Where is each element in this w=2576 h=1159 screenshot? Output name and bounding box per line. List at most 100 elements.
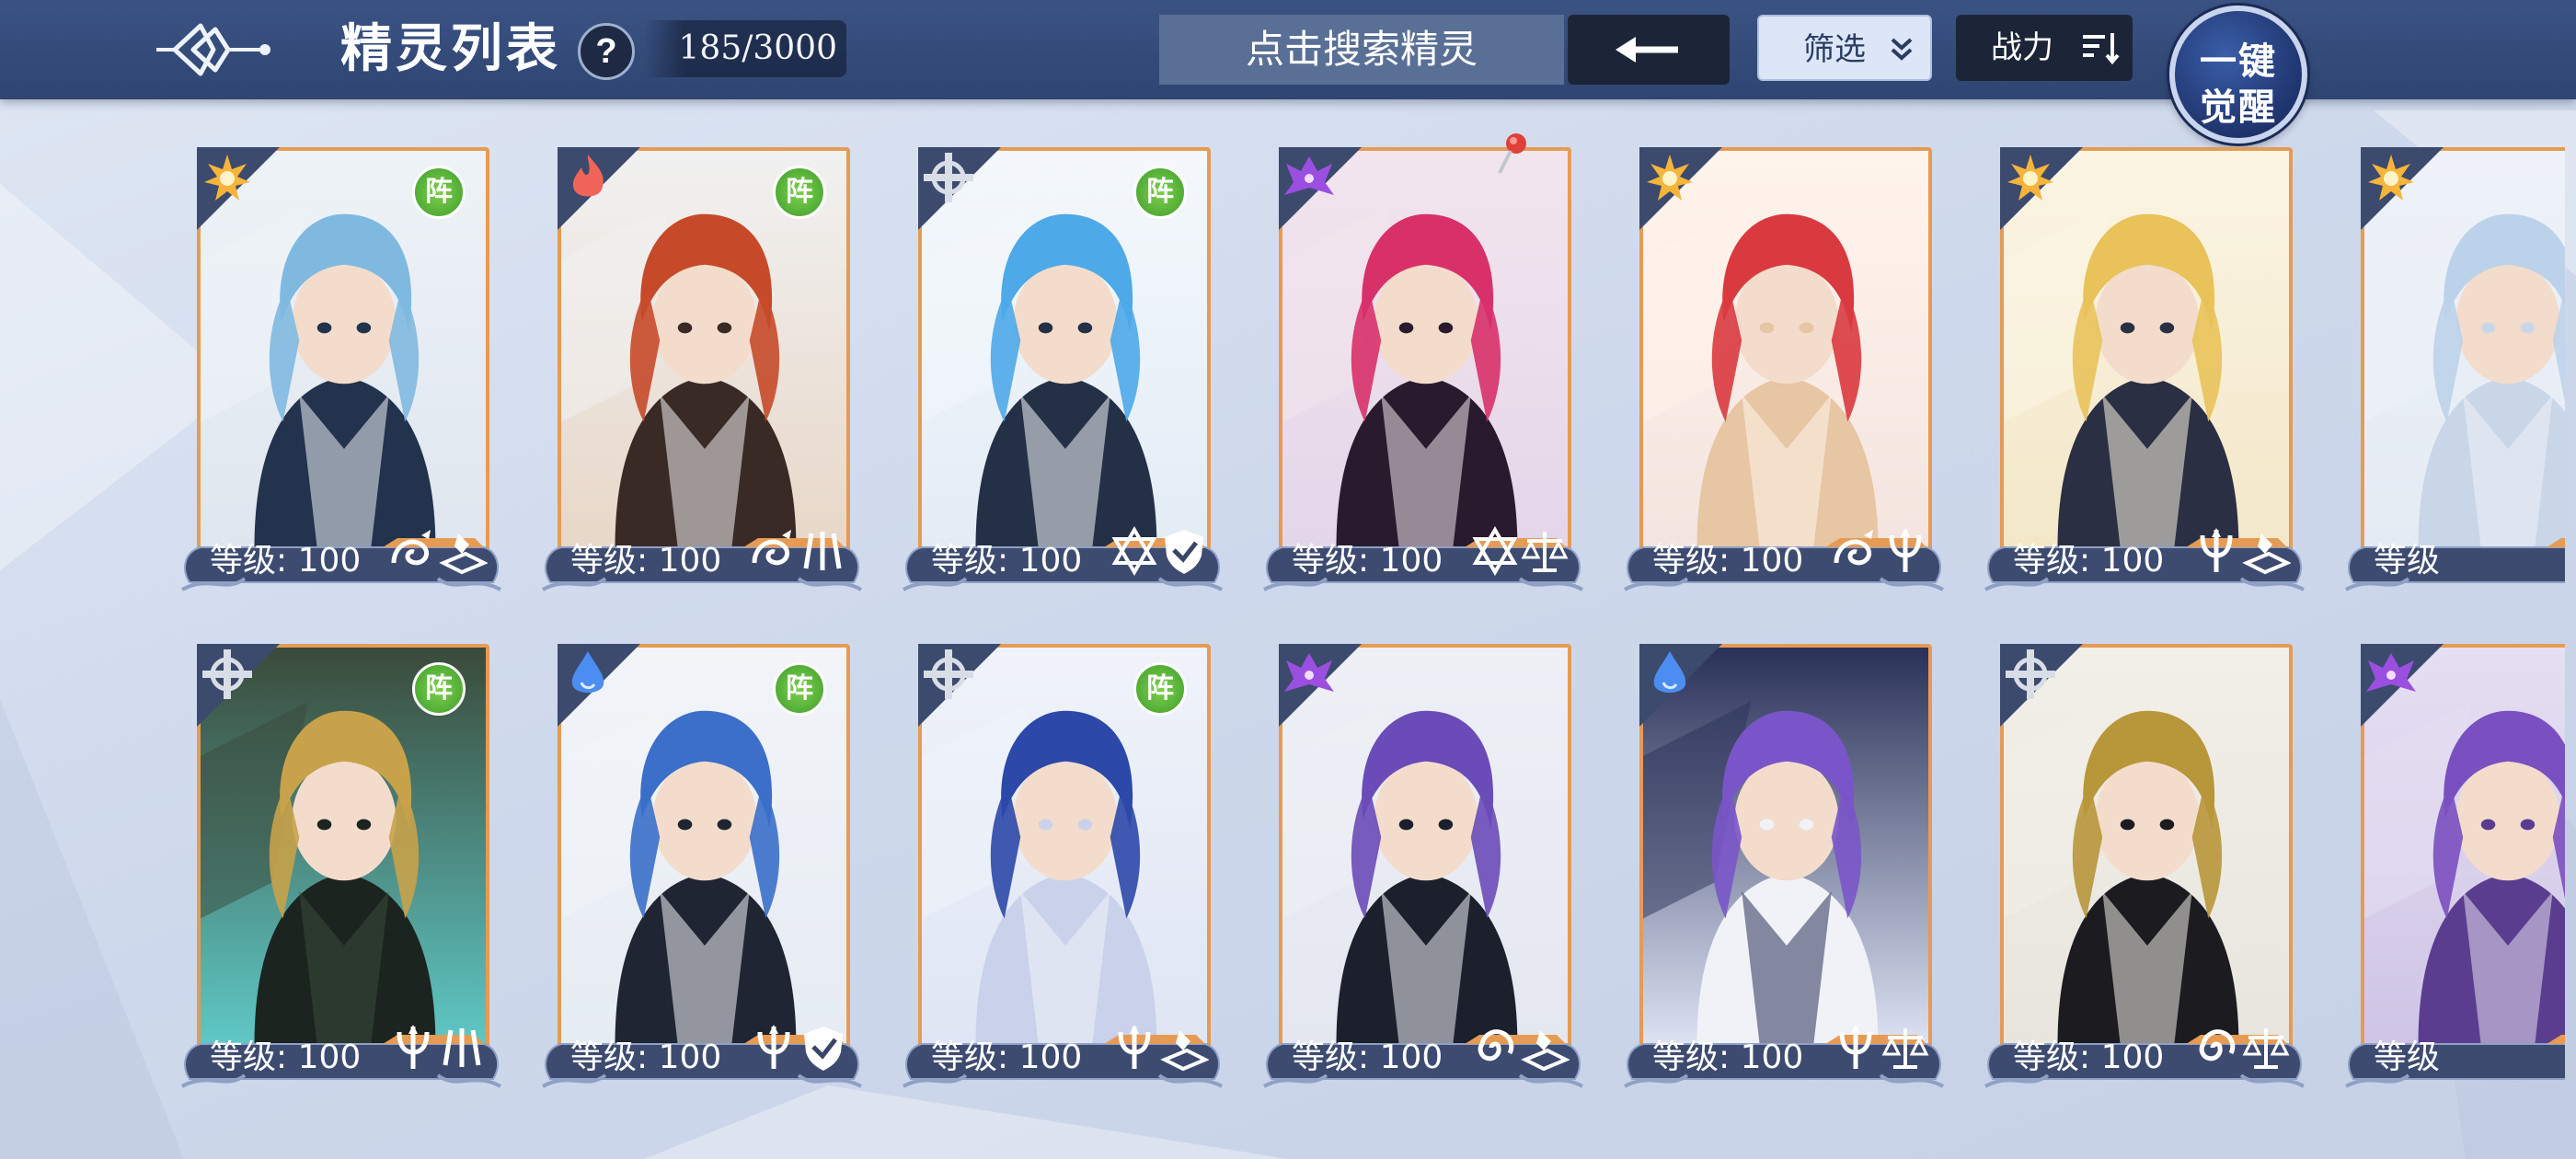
formation-badge: 阵 (1133, 166, 1187, 219)
dark-icon (1282, 648, 1336, 701)
page-title: 精灵列表 (340, 19, 561, 79)
level-label: 等级: 100 (210, 542, 362, 580)
level-label: 等级: 100 (931, 542, 1083, 580)
sprite-card[interactable]: 等级: 100 (1984, 644, 2306, 1095)
claw-icon (438, 1023, 488, 1077)
light-icon (1643, 151, 1696, 204)
formation-badge: 阵 (1133, 662, 1187, 716)
sprite-card[interactable]: 等级: 100 (1623, 147, 1945, 598)
level-label: 等级: 100 (210, 1039, 362, 1076)
tome-icon (1159, 1023, 1210, 1077)
pin-icon (1494, 131, 1531, 177)
mech-icon (2004, 648, 2057, 701)
sprite-card[interactable]: 等级 (2344, 147, 2565, 598)
sprite-card[interactable]: 阵 等级: 100 (541, 147, 863, 598)
light-icon (2004, 151, 2057, 204)
formation-badge: 阵 (773, 662, 826, 716)
formation-badge: 阵 (773, 166, 826, 219)
sort-label: 战力 (1991, 29, 2053, 66)
sort-icon (2083, 33, 2120, 65)
skill-icons (2191, 1023, 2293, 1078)
mech-icon (922, 648, 975, 701)
sprite-card[interactable]: 阵 等级: 100 (902, 644, 1224, 1095)
level-label: 等级: 100 (1292, 1039, 1443, 1076)
level-label: 等级: 100 (931, 1039, 1083, 1076)
dragon-icon (1831, 526, 1880, 580)
dark-icon (2364, 648, 2418, 701)
level-label: 等级: 100 (2013, 542, 2165, 580)
arrow-left-icon (1616, 37, 1678, 63)
scales-icon (2241, 1023, 2291, 1077)
skill-icons (1831, 1023, 1932, 1078)
search-input[interactable]: 点击搜索精灵 (1159, 15, 1564, 85)
level-label: 等级 (2374, 542, 2441, 580)
filter-label: 筛选 (1803, 31, 1866, 68)
dragon-icon (749, 526, 799, 580)
skill-icons (1470, 1023, 1571, 1078)
spiral-icon (1470, 1023, 1520, 1077)
skill-icons (388, 526, 489, 581)
scales-icon (1880, 1023, 1930, 1077)
sprite-card[interactable]: 阵 等级: 100 (902, 147, 1224, 598)
formation-badge: 阵 (412, 662, 466, 716)
top-bar: 精灵列表 ? 185/3000 点击搜索精灵 筛选 战力 一键 觉醒 (0, 0, 2576, 143)
sprite-card[interactable]: 等级: 100 (1262, 133, 1584, 598)
sprite-card[interactable]: 等级: 100 (1623, 644, 1945, 1095)
dark-icon (1282, 151, 1336, 204)
fire-icon (561, 151, 615, 204)
scales-icon (1520, 526, 1570, 580)
sprite-card[interactable]: 等级: 100 (1262, 644, 1584, 1095)
level-label: 等级: 100 (1652, 1039, 1804, 1076)
light-icon (2364, 151, 2418, 204)
skill-icons (388, 1023, 489, 1078)
water-icon (561, 648, 615, 701)
sort-button[interactable]: 战力 (1956, 15, 2133, 81)
sprite-card[interactable]: 阵 等级: 100 (541, 644, 863, 1095)
filter-button[interactable]: 筛选 (1757, 15, 1932, 81)
star-of-david-icon (1470, 526, 1520, 580)
tome-icon (1520, 1023, 1570, 1077)
spiral-icon (2191, 1023, 2241, 1077)
back-button[interactable] (147, 13, 276, 86)
light-icon (201, 151, 254, 204)
search-confirm-button[interactable] (1568, 15, 1730, 85)
tome-icon (438, 526, 489, 580)
trident-icon (1831, 1023, 1880, 1077)
shield-icon (799, 1023, 848, 1077)
level-label: 等级: 100 (570, 1039, 722, 1076)
help-button[interactable]: ? (578, 23, 635, 80)
trident-icon (388, 1023, 438, 1077)
shield-icon (1159, 526, 1209, 580)
trident-icon (749, 1023, 799, 1077)
chevron-down-icon (1891, 38, 1913, 61)
trident-icon (1880, 526, 1930, 580)
sprite-card[interactable]: 等级 (2344, 644, 2565, 1095)
level-label: 等级: 100 (570, 542, 722, 580)
dragon-icon (388, 526, 438, 580)
skill-icons (1110, 1023, 1211, 1078)
level-label: 等级: 100 (1652, 542, 1804, 580)
skill-icons (2191, 526, 2293, 581)
sprite-card[interactable]: 等级: 100 (1984, 147, 2306, 598)
level-label: 等级: 100 (1292, 542, 1443, 580)
skill-icons (1831, 526, 1932, 581)
skill-icons (1470, 526, 1571, 581)
skill-icons (749, 526, 850, 581)
skill-icons (1110, 526, 1211, 581)
sprite-card[interactable]: 阵 等级: 100 (180, 147, 502, 598)
star-of-david-icon (1110, 526, 1159, 580)
trident-icon (1110, 1023, 1159, 1077)
sprite-count: 185/3000 (644, 20, 846, 77)
water-icon (1643, 648, 1696, 701)
mech-icon (201, 648, 254, 701)
mech-icon (922, 151, 975, 204)
claw-icon (799, 526, 848, 580)
tome-icon (2241, 526, 2292, 580)
level-label: 等级: 100 (2013, 1039, 2165, 1076)
trident-icon (2191, 526, 2241, 580)
level-label: 等级 (2374, 1039, 2441, 1076)
sprite-card[interactable]: 阵 等级: 100 (180, 644, 502, 1095)
formation-badge: 阵 (412, 166, 466, 219)
one-click-awaken-button[interactable]: 一键 觉醒 (2169, 6, 2307, 143)
awaken-label-2: 觉醒 (2200, 86, 2277, 129)
